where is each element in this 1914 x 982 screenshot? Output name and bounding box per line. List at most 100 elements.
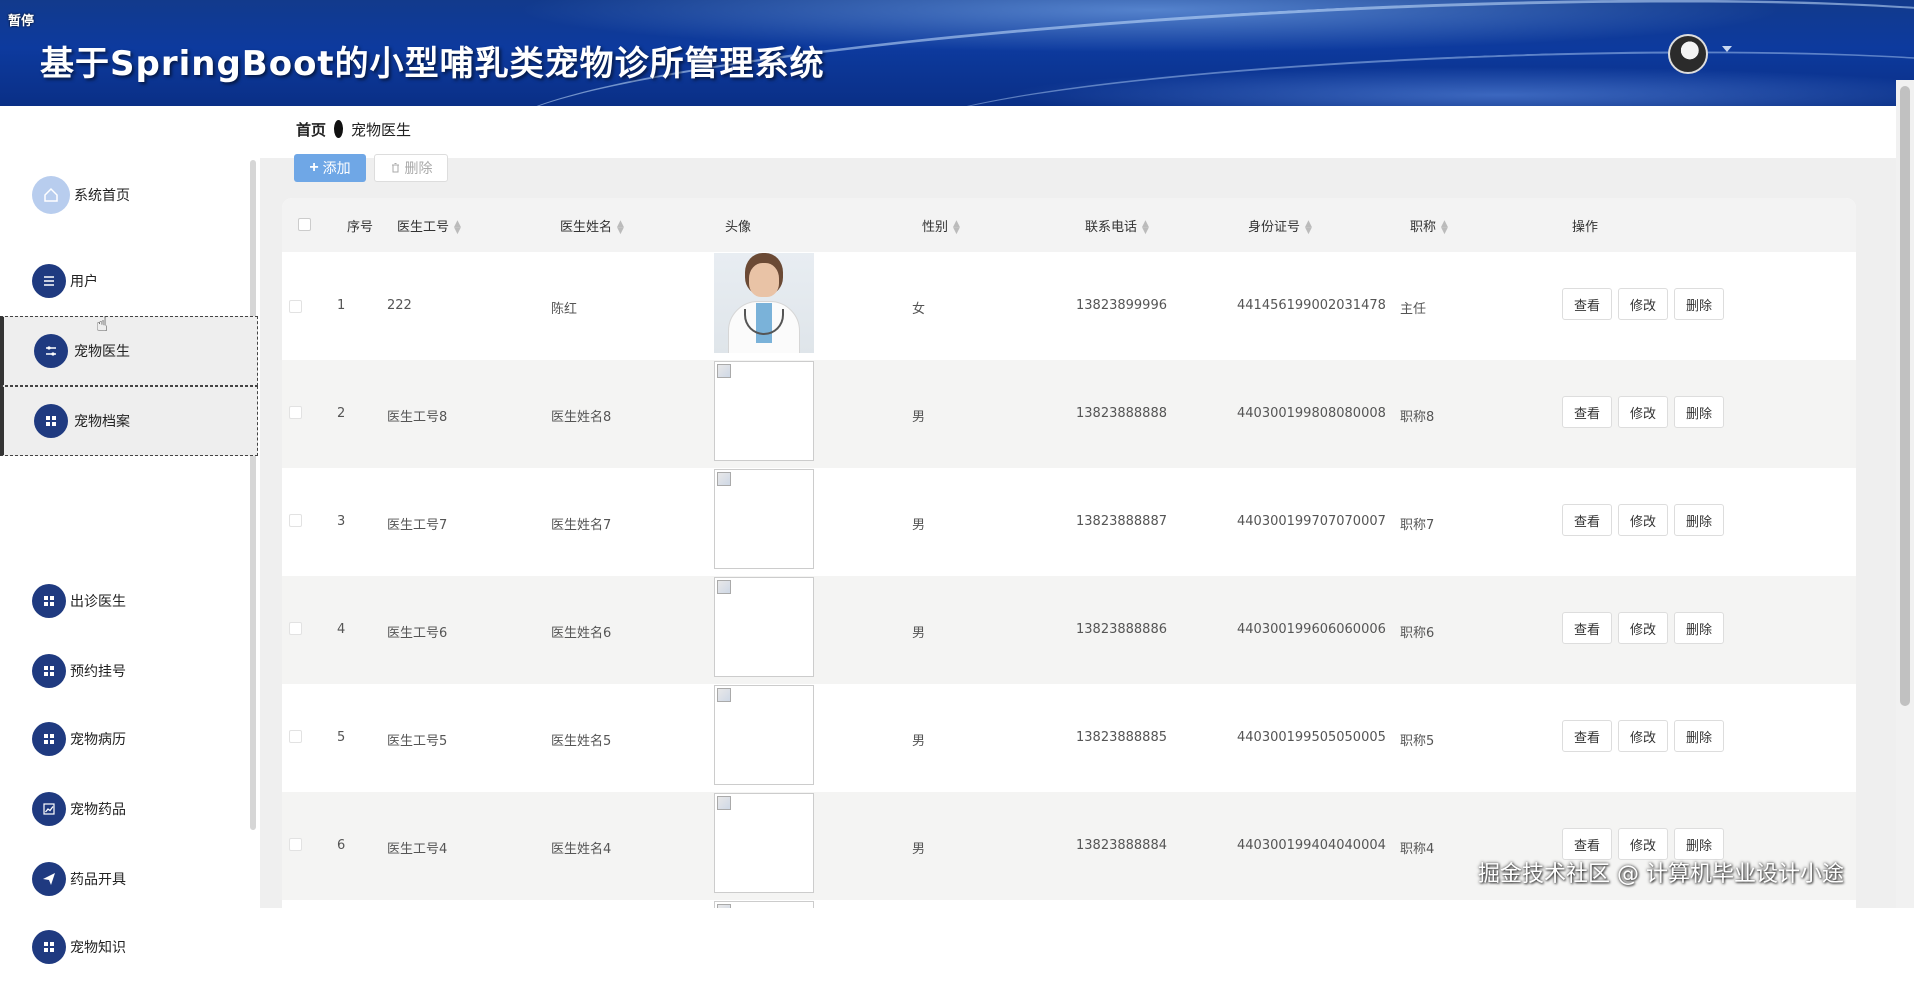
- select-all-checkbox[interactable]: [298, 218, 311, 231]
- add-button[interactable]: + 添加: [294, 154, 366, 182]
- table-row: 2 医生工号8 医生姓名8 男 13823888888 440300199808…: [282, 360, 1856, 468]
- edit-button[interactable]: 修改: [1618, 396, 1668, 428]
- trash-icon: [390, 160, 401, 176]
- header-label: 身份证号: [1248, 220, 1301, 235]
- user-avatar[interactable]: [1668, 34, 1708, 74]
- cell-id-card: 440300199707070007: [1237, 514, 1386, 529]
- row-checkbox[interactable]: [289, 514, 302, 527]
- sidebar-item-users[interactable]: 用户: [0, 246, 258, 316]
- row-checkbox[interactable]: [289, 300, 302, 313]
- header-title[interactable]: 职称 ▲ ▼: [1410, 216, 1448, 235]
- header-label: 医生姓名: [560, 220, 613, 235]
- page-scrollbar[interactable]: [1896, 80, 1914, 908]
- sidebar-item-label: 宠物知识: [70, 940, 126, 956]
- sidebar-item-label: 系统首页: [74, 188, 130, 204]
- cell-index: 6: [337, 838, 346, 853]
- broken-image-icon: [717, 364, 731, 378]
- header-label: 联系电话: [1085, 220, 1138, 235]
- table-row: 1 222 陈红 女 13823899996 44145619900203147…: [282, 252, 1856, 360]
- sort-icon[interactable]: ▲ ▼: [454, 219, 461, 235]
- cell-id-card: 440300199404040004: [1237, 838, 1386, 853]
- grid-icon: [32, 584, 66, 618]
- sort-icon[interactable]: ▲ ▼: [953, 219, 960, 235]
- cell-phone: 13823888884: [1076, 838, 1167, 853]
- row-checkbox[interactable]: [289, 730, 302, 743]
- header-doctor-name[interactable]: 医生姓名 ▲ ▼: [560, 216, 624, 235]
- broken-image-icon: [717, 904, 731, 908]
- plus-icon: +: [309, 159, 319, 176]
- breadcrumb-home[interactable]: 首页: [296, 119, 326, 140]
- sidebar-item-visiting-doctors[interactable]: 出诊医生: [0, 566, 258, 636]
- cell-phone: 13823888885: [1076, 730, 1167, 745]
- sort-icon[interactable]: ▲ ▼: [1441, 219, 1448, 235]
- cell-id-card: 440300199505050005: [1237, 730, 1386, 745]
- cell-phone: 13823888887: [1076, 514, 1167, 529]
- cell-doctor-name: 医生姓名6: [551, 626, 612, 641]
- broken-image-icon: [717, 796, 731, 810]
- cell-title: 职称5: [1400, 734, 1435, 749]
- view-button[interactable]: 查看: [1562, 720, 1612, 752]
- row-checkbox[interactable]: [289, 622, 302, 635]
- sidebar-item-label: 宠物档案: [74, 414, 130, 430]
- sidebar-item-label: 宠物病历: [70, 732, 126, 748]
- sort-icon[interactable]: ▲ ▼: [617, 219, 624, 235]
- view-button[interactable]: 查看: [1562, 288, 1612, 320]
- sidebar-item-medical-records[interactable]: 宠物病历: [0, 704, 258, 774]
- sidebar-item-label: 用户: [70, 274, 98, 290]
- sidebar-item-medicines[interactable]: 宠物药品: [0, 774, 258, 844]
- sidebar-item-label: 出诊医生: [70, 594, 126, 610]
- edit-button[interactable]: 修改: [1618, 504, 1668, 536]
- edit-button[interactable]: 修改: [1618, 288, 1668, 320]
- delete-button[interactable]: 删除: [1674, 720, 1724, 752]
- view-button[interactable]: 查看: [1562, 396, 1612, 428]
- sidebar-item-pet-knowledge[interactable]: 宠物知识: [0, 912, 258, 982]
- cell-index: 4: [337, 622, 346, 637]
- sidebar-item-pet-doctors[interactable]: 宠物医生: [0, 316, 258, 386]
- delete-button[interactable]: 删除: [1674, 612, 1724, 644]
- delete-button[interactable]: 删除: [1674, 504, 1724, 536]
- cell-phone: 13823899996: [1076, 298, 1167, 313]
- header-label: 医生工号: [397, 220, 450, 235]
- header-index: 序号: [347, 220, 374, 235]
- edit-button[interactable]: 修改: [1618, 720, 1668, 752]
- chevron-down-icon[interactable]: [1722, 46, 1732, 52]
- row-checkbox[interactable]: [289, 406, 302, 419]
- header-doctor-id[interactable]: 医生工号 ▲ ▼: [397, 216, 461, 235]
- sidebar-item-pet-records[interactable]: 宠物档案: [0, 386, 258, 456]
- delete-button[interactable]: 删除: [1674, 396, 1724, 428]
- sidebar-item-prescriptions[interactable]: 药品开具: [0, 844, 258, 914]
- edit-button[interactable]: 修改: [1618, 612, 1668, 644]
- hand-cursor-icon: ☝: [96, 312, 109, 336]
- cell-doctor-name: 陈红: [551, 302, 578, 317]
- watermark: 掘金技术社区 @ 计算机毕业设计小途: [1478, 862, 1844, 887]
- grid-icon: [32, 654, 66, 688]
- doctor-photo: [714, 901, 814, 908]
- bulk-delete-button[interactable]: 删除: [374, 154, 448, 182]
- doctor-photo-figure: [749, 263, 779, 297]
- sliders-icon: [34, 334, 68, 368]
- chart-icon: [32, 792, 66, 826]
- cell-gender: 男: [912, 518, 926, 533]
- header-phone[interactable]: 联系电话 ▲ ▼: [1085, 216, 1149, 235]
- doctor-photo: [714, 469, 814, 569]
- header-gender[interactable]: 性别 ▲ ▼: [922, 216, 960, 235]
- list-icon: [32, 264, 66, 298]
- sidebar-item-home[interactable]: 系统首页: [0, 160, 258, 230]
- broken-image-icon: [717, 580, 731, 594]
- header-id-card[interactable]: 身份证号 ▲ ▼: [1248, 216, 1312, 235]
- breadcrumb: 首页 宠物医生: [296, 114, 411, 144]
- scrollbar-thumb[interactable]: [1900, 86, 1910, 706]
- cell-title: 职称7: [1400, 518, 1435, 533]
- row-checkbox[interactable]: [289, 838, 302, 851]
- sidebar-item-appointments[interactable]: 预约挂号: [0, 636, 258, 706]
- view-button[interactable]: 查看: [1562, 612, 1612, 644]
- grid-icon: [34, 404, 68, 438]
- sort-icon[interactable]: ▲ ▼: [1305, 219, 1312, 235]
- view-button[interactable]: 查看: [1562, 504, 1612, 536]
- sort-icon[interactable]: ▲ ▼: [1142, 219, 1149, 235]
- table-row: [282, 900, 1856, 908]
- sidebar-item-label: 宠物医生: [74, 344, 130, 360]
- bulk-delete-label: 删除: [404, 160, 433, 176]
- delete-button[interactable]: 删除: [1674, 288, 1724, 320]
- cell-doctor-name: 医生姓名5: [551, 734, 612, 749]
